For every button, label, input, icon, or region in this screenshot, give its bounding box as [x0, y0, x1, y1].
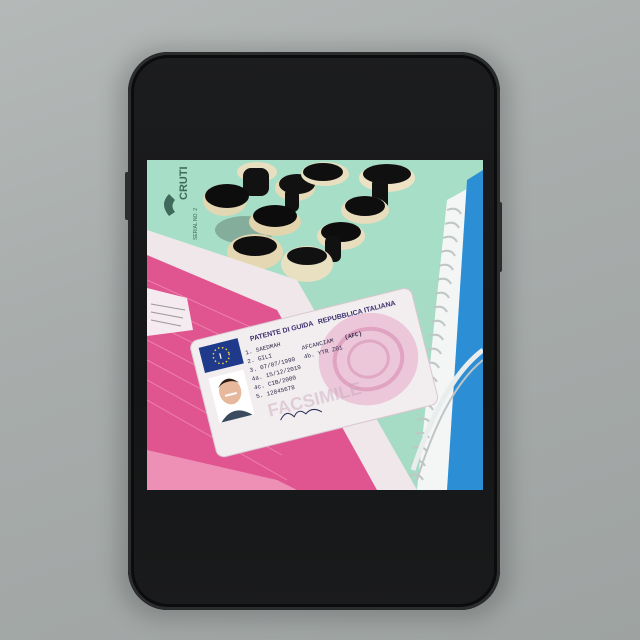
- stamp-text: CRUTI: [178, 166, 190, 200]
- photo-scene: CRUTI SERIAL NO. 2 PATENTE DI GUIDA REPU…: [147, 160, 483, 490]
- screen-photo: CRUTI SERIAL NO. 2 PATENTE DI GUIDA REPU…: [147, 160, 483, 490]
- power-button: [498, 202, 502, 272]
- side-button: [125, 172, 129, 220]
- stamp-small-text: SERIAL NO. 2: [193, 208, 199, 240]
